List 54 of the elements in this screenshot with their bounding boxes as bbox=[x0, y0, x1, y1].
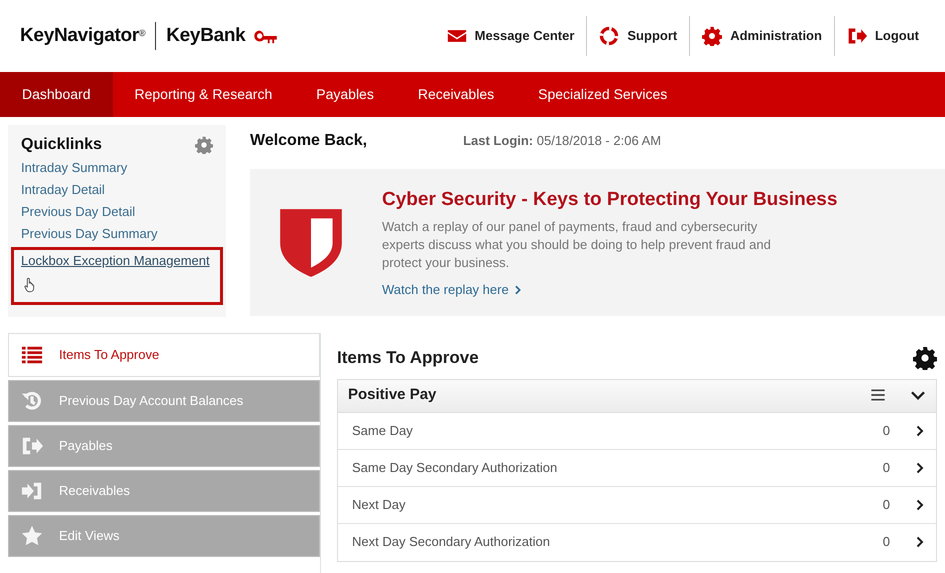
row-count: 0 bbox=[882, 533, 890, 552]
quicklinks-title: Quicklinks bbox=[21, 135, 102, 155]
nav-tab[interactable]: Dashboard bbox=[0, 72, 112, 117]
settings-icon bbox=[702, 26, 722, 46]
chevron-right-icon bbox=[914, 498, 926, 512]
header-link[interactable]: Message Center bbox=[434, 16, 586, 56]
logout-icon bbox=[846, 26, 867, 46]
banner-text: Watch a replay of our panel of payments, fraud and cybersecurity experts discuss what you should be doing to help prevent fraud and protect your business. bbox=[382, 218, 772, 272]
section-title: Positive Pay bbox=[348, 385, 436, 406]
quicklink[interactable]: Previous Day Summary bbox=[21, 223, 158, 245]
nav-tab[interactable]: Specialized Services bbox=[516, 72, 690, 117]
approval-row[interactable]: Next Day 0 bbox=[338, 486, 936, 524]
row-count: 0 bbox=[882, 422, 890, 440]
nav-tab[interactable]: Reporting & Research bbox=[112, 72, 294, 117]
header-link[interactable]: Administration bbox=[689, 16, 834, 56]
bank-logo: KeyBank bbox=[166, 24, 246, 48]
row-count: 0 bbox=[882, 496, 890, 514]
row-label: Next Day Secondary Authorization bbox=[352, 533, 550, 552]
welcome-text: Welcome Back, bbox=[250, 131, 368, 151]
banner-title: Cyber Security - Keys to Protecting Your Business bbox=[382, 188, 838, 212]
row-label: Same Day bbox=[352, 422, 413, 440]
replay-link[interactable]: Watch the replay here bbox=[382, 280, 523, 300]
lifebuoy-icon bbox=[599, 26, 620, 46]
chevron-right-icon bbox=[914, 460, 926, 474]
nav-tab[interactable]: Receivables bbox=[396, 72, 516, 117]
row-count: 0 bbox=[882, 458, 890, 477]
settings-button[interactable] bbox=[913, 346, 937, 370]
row-label: Next Day bbox=[352, 496, 406, 514]
settings-icon bbox=[913, 346, 937, 370]
approval-row[interactable]: Next Day Secondary Authorization 0 bbox=[338, 524, 936, 560]
history-icon bbox=[21, 390, 43, 412]
chevron-right-icon bbox=[914, 424, 926, 438]
menu-icon bbox=[870, 387, 886, 404]
last-login-text: Last Login: 05/18/2018 - 2:06 AM bbox=[462, 132, 662, 150]
quicklink[interactable]: Intraday Detail bbox=[21, 179, 105, 201]
approval-row[interactable]: Same Day 0 bbox=[338, 412, 936, 450]
quicklink[interactable]: Lockbox Exception Management bbox=[21, 250, 210, 272]
header-link[interactable]: Logout bbox=[834, 16, 931, 56]
chevron-right-icon bbox=[512, 284, 523, 296]
side-tab[interactable]: Items To Approve bbox=[8, 333, 320, 377]
login-icon bbox=[21, 480, 43, 502]
chevron-right-icon bbox=[914, 535, 926, 549]
list-icon bbox=[21, 344, 43, 366]
product-logo: KeyNavigator$^{®}$ bbox=[20, 24, 146, 48]
settings-icon bbox=[195, 136, 213, 154]
approval-row[interactable]: Same Day Secondary Authorization 0 bbox=[338, 450, 936, 486]
quicklink[interactable]: Intraday Summary bbox=[21, 157, 128, 179]
quicklink[interactable]: Previous Day Detail bbox=[21, 201, 136, 223]
logout-icon bbox=[21, 435, 43, 457]
header-link[interactable]: Support bbox=[586, 16, 690, 56]
nav-tab[interactable]: Payables bbox=[294, 72, 396, 117]
star-icon bbox=[21, 525, 43, 547]
panel-title: Items To Approve bbox=[337, 347, 479, 369]
row-label: Same Day Secondary Authorization bbox=[352, 458, 558, 477]
